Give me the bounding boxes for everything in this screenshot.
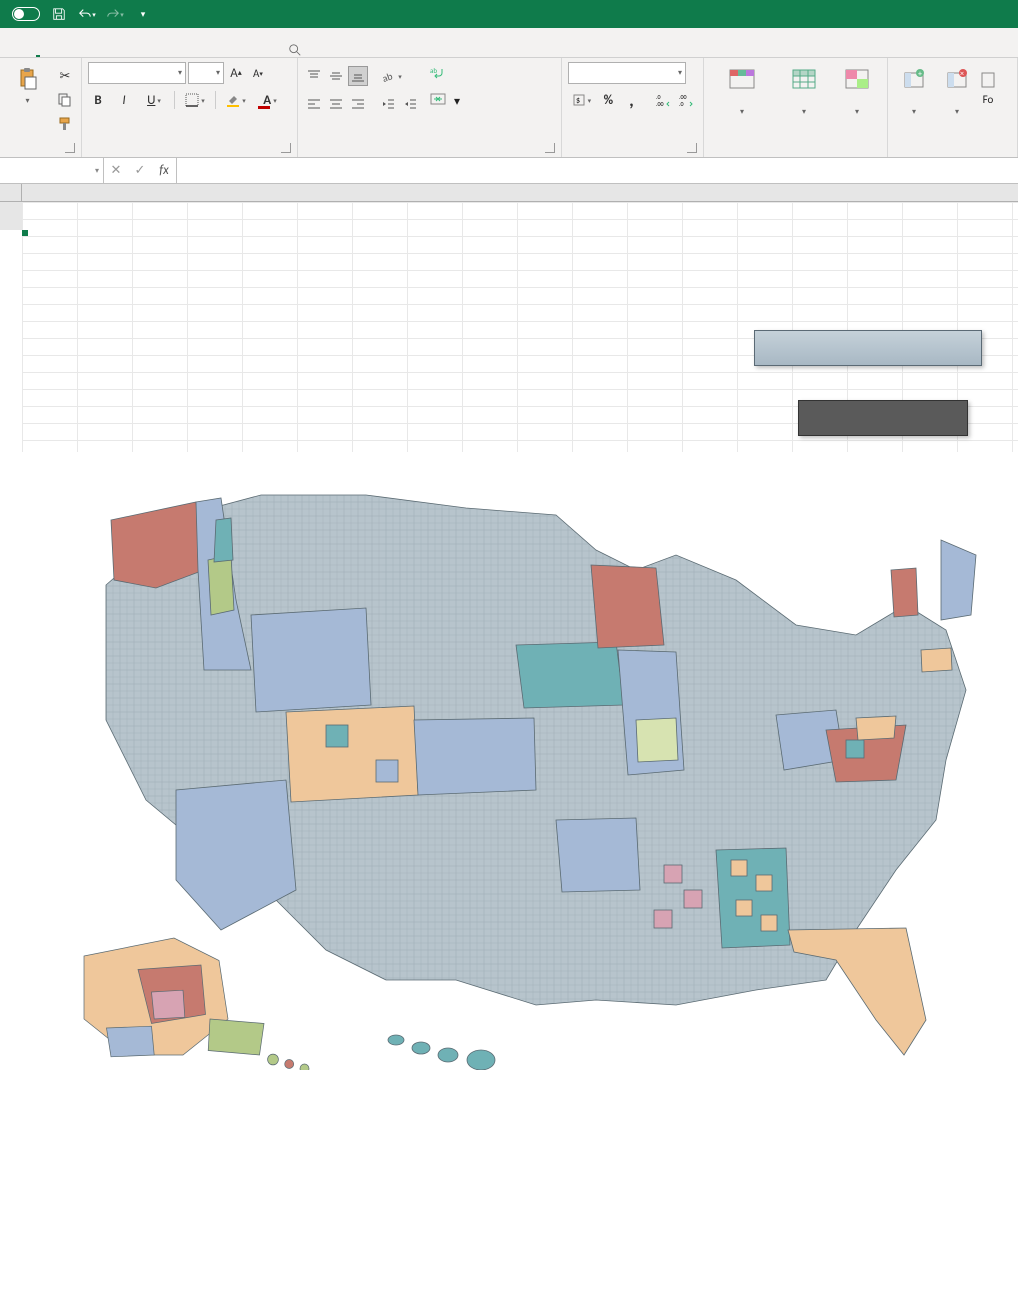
align-bottom-icon[interactable] bbox=[348, 66, 368, 86]
chevron-down-icon: ▾ bbox=[25, 96, 29, 106]
increase-decimal-icon[interactable]: .0.00 bbox=[655, 90, 674, 110]
worksheet-grid[interactable] bbox=[0, 184, 1018, 460]
tab-review[interactable] bbox=[176, 45, 180, 57]
cut-icon[interactable]: ✂ bbox=[55, 66, 75, 86]
svg-text:+: + bbox=[918, 69, 922, 79]
save-icon[interactable] bbox=[50, 5, 68, 23]
svg-text:.00: .00 bbox=[656, 100, 664, 107]
underline-button[interactable]: U▾ bbox=[140, 90, 168, 110]
align-right-icon[interactable] bbox=[348, 94, 368, 114]
svg-text:$: $ bbox=[576, 96, 580, 106]
tab-insert[interactable] bbox=[64, 45, 68, 57]
tab-developer[interactable] bbox=[232, 45, 236, 57]
number-format-combo[interactable]: ▾ bbox=[568, 62, 686, 84]
italic-button[interactable]: I bbox=[114, 90, 134, 110]
format-table-icon bbox=[791, 66, 817, 92]
enter-formula-icon[interactable]: ✓ bbox=[128, 163, 152, 178]
svg-text:×: × bbox=[960, 69, 964, 79]
svg-text:.0: .0 bbox=[679, 100, 684, 107]
conditional-formatting-button[interactable]: ▾ bbox=[710, 62, 774, 118]
search-icon bbox=[288, 43, 302, 57]
chevron-down-icon: ▾ bbox=[95, 166, 99, 176]
paste-icon bbox=[15, 66, 41, 92]
font-name-combo[interactable]: ▾ bbox=[88, 62, 186, 84]
wrap-text-icon: ab bbox=[430, 66, 446, 84]
fill-color-button[interactable]: ▾ bbox=[222, 90, 250, 110]
merge-icon bbox=[430, 92, 446, 110]
orientation-button[interactable]: ab▾ bbox=[378, 66, 406, 86]
decrease-font-icon[interactable]: A▾ bbox=[248, 63, 268, 83]
wrap-text-button[interactable]: ab bbox=[430, 66, 555, 84]
comma-button[interactable]: , bbox=[622, 90, 641, 110]
font-color-button[interactable]: A▾ bbox=[256, 90, 284, 110]
tab-view[interactable] bbox=[204, 45, 208, 57]
align-middle-icon[interactable] bbox=[326, 66, 346, 86]
insert-cells-button[interactable]: + ▾ bbox=[894, 62, 934, 118]
dialog-launcher-icon[interactable] bbox=[281, 143, 291, 153]
delete-cells-button[interactable]: × ▾ bbox=[936, 62, 978, 118]
ribbon: ▾ ✂ ▾ ▾ A▴ A▾ B I U▾ ▾ bbox=[0, 58, 1018, 158]
align-top-icon[interactable] bbox=[304, 66, 324, 86]
tab-formulas[interactable] bbox=[120, 45, 124, 57]
dialog-launcher-icon[interactable] bbox=[687, 143, 697, 153]
borders-button[interactable]: ▾ bbox=[181, 90, 209, 110]
insert-cells-icon: + bbox=[901, 66, 927, 92]
align-center-icon[interactable] bbox=[326, 94, 346, 114]
format-cells-icon bbox=[975, 66, 1001, 92]
tab-home[interactable] bbox=[36, 43, 40, 57]
decrease-indent-icon[interactable] bbox=[378, 94, 398, 114]
increase-font-icon[interactable]: A▴ bbox=[226, 63, 246, 83]
tab-file[interactable] bbox=[8, 45, 12, 57]
decrease-decimal-icon[interactable]: .00.0 bbox=[678, 90, 697, 110]
copy-icon[interactable] bbox=[55, 90, 75, 110]
tab-data[interactable] bbox=[148, 45, 152, 57]
dialog-launcher-icon[interactable] bbox=[65, 143, 75, 153]
undo-icon[interactable]: ▾ bbox=[78, 5, 96, 23]
tab-page-layout[interactable] bbox=[92, 45, 96, 57]
font-size-combo[interactable]: ▾ bbox=[188, 62, 224, 84]
cell-styles-icon bbox=[844, 66, 870, 92]
redo-icon[interactable]: ▾ bbox=[106, 5, 124, 23]
search-box[interactable] bbox=[288, 43, 308, 57]
paste-button[interactable]: ▾ bbox=[6, 62, 49, 106]
cell-styles-button[interactable]: ▾ bbox=[834, 62, 880, 118]
increase-indent-icon[interactable] bbox=[400, 94, 420, 114]
fill-handle[interactable] bbox=[22, 230, 28, 236]
dialog-launcher-icon[interactable] bbox=[545, 143, 555, 153]
name-box[interactable]: ▾ bbox=[0, 158, 104, 183]
svg-text:ab: ab bbox=[382, 69, 394, 83]
select-all-corner[interactable] bbox=[0, 184, 22, 201]
delete-cells-icon: × bbox=[944, 66, 970, 92]
accounting-format-button[interactable]: $▾ bbox=[568, 90, 595, 110]
percent-button[interactable]: % bbox=[599, 90, 618, 110]
autosave-toggle[interactable] bbox=[12, 7, 40, 21]
format-as-table-button[interactable]: ▾ bbox=[776, 62, 832, 118]
align-left-icon[interactable] bbox=[304, 94, 324, 114]
us-county-map bbox=[0, 460, 1018, 1080]
svg-text:ab: ab bbox=[430, 66, 437, 75]
merge-center-button[interactable]: ▾ bbox=[430, 92, 555, 110]
chevron-down-icon: ▾ bbox=[178, 68, 182, 78]
chevron-down-icon: ▾ bbox=[454, 94, 460, 109]
formula-bar: ▾ ✕ ✓ fx bbox=[0, 158, 1018, 184]
map-legend bbox=[876, 1310, 996, 1314]
chevron-down-icon: ▾ bbox=[678, 68, 682, 78]
reset-button[interactable] bbox=[798, 400, 968, 436]
ribbon-tabs bbox=[0, 28, 1018, 58]
bold-button[interactable]: B bbox=[88, 90, 108, 110]
formula-input[interactable] bbox=[177, 158, 1018, 183]
chevron-down-icon: ▾ bbox=[216, 68, 220, 78]
format-painter-icon[interactable] bbox=[55, 114, 75, 134]
qat-customize-icon[interactable]: ▾ bbox=[134, 5, 152, 23]
cancel-formula-icon[interactable]: ✕ bbox=[104, 163, 128, 178]
title-bar: ▾ ▾ ▾ bbox=[0, 0, 1018, 28]
fx-icon[interactable]: fx bbox=[152, 163, 176, 178]
export-config-button[interactable] bbox=[754, 330, 982, 366]
conditional-formatting-icon bbox=[729, 66, 755, 92]
format-cells-button[interactable]: Fo bbox=[980, 62, 996, 105]
autosave-control[interactable] bbox=[6, 7, 40, 21]
tab-help[interactable] bbox=[260, 45, 264, 57]
